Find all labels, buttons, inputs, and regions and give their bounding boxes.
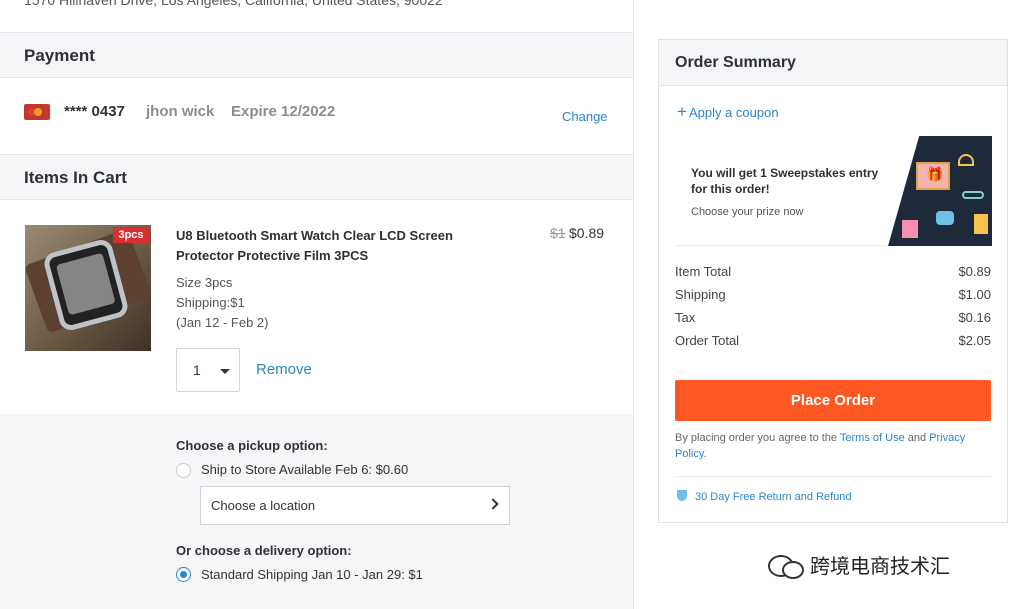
sweepstakes-illustration	[888, 136, 992, 246]
plus-icon: +	[677, 102, 687, 121]
item-total-label: Item Total	[675, 264, 732, 279]
card-number: **** 0437	[64, 103, 125, 120]
quantity-value: 1	[193, 362, 201, 378]
checkout-main-column: 1570 Hillhaven Drive, Los Angeles, Calif…	[0, 0, 634, 609]
terms-and: and	[904, 432, 930, 444]
watch-screen-graphic	[55, 252, 116, 316]
product-image[interactable]: 3pcs	[25, 225, 151, 351]
order-summary-panel: Order Summary + Apply a coupon You will g…	[658, 39, 1008, 523]
pickup-option-heading: Choose a pickup option:	[176, 438, 328, 453]
ship-to-store-radio[interactable]	[176, 463, 191, 478]
gamepad-icon	[936, 211, 954, 225]
mastercard-icon	[24, 104, 50, 120]
order-summary-header: Order Summary	[659, 40, 1007, 86]
wechat-icon	[768, 553, 804, 579]
card-expiry: Expire 12/2022	[231, 103, 336, 120]
shipping-address-text: 1570 Hillhaven Drive, Los Angeles, Calif…	[24, 0, 443, 8]
headphones-icon	[958, 154, 974, 166]
payment-heading: Payment	[24, 46, 95, 65]
choose-location-select[interactable]: Choose a location	[200, 486, 510, 525]
standard-shipping-radio[interactable]	[176, 567, 191, 582]
remove-item-link[interactable]: Remove	[256, 361, 312, 378]
apply-coupon-label: Apply a coupon	[688, 105, 779, 120]
card-holder-name: jhon wick	[146, 103, 215, 120]
order-summary-heading: Order Summary	[675, 54, 796, 71]
summary-divider	[675, 476, 991, 477]
product-image-badge: 3pcs	[113, 227, 149, 243]
terms-suffix: .	[703, 448, 707, 460]
ship-to-store-label[interactable]: Ship to Store Available Feb 6: $0.60	[201, 462, 408, 477]
phone-icon	[974, 214, 988, 234]
sale-price: $0.89	[569, 225, 605, 241]
quantity-select[interactable]: 1	[176, 348, 240, 392]
original-price: $1	[550, 225, 566, 241]
terms-notice: By placing order you agree to the Terms …	[675, 430, 993, 462]
sweepstakes-subtitle[interactable]: Choose your prize now	[691, 206, 804, 218]
product-title[interactable]: U8 Bluetooth Smart Watch Clear LCD Scree…	[176, 226, 496, 266]
product-delivery-dates: (Jan 12 - Feb 2)	[176, 315, 269, 330]
chevron-right-icon	[487, 498, 499, 510]
watermark-text: 跨境电商技术汇	[810, 554, 950, 578]
shipping-value: $1.00	[958, 287, 991, 302]
terms-prefix: By placing order you agree to the	[675, 432, 840, 444]
shipping-label: Shipping	[675, 287, 726, 302]
apply-coupon-link[interactable]: + Apply a coupon	[677, 102, 779, 122]
delivery-option-heading: Or choose a delivery option:	[176, 543, 352, 558]
tax-value: $0.16	[958, 310, 991, 325]
watermark: 跨境电商技术汇	[768, 550, 950, 579]
sunglasses-icon	[962, 191, 984, 199]
terms-of-use-link[interactable]: Terms of Use	[840, 432, 905, 444]
sweepstakes-banner[interactable]: You will get 1 Sweepstakes entry for thi…	[676, 136, 992, 246]
return-refund-link[interactable]: 30 Day Free Return and Refund	[677, 490, 852, 503]
shopping-bag-icon	[902, 220, 918, 238]
sweepstakes-title: You will get 1 Sweepstakes entry for thi…	[691, 166, 879, 196]
product-size: Size 3pcs	[176, 275, 233, 290]
shield-icon	[677, 490, 687, 501]
product-shipping: Shipping:$1	[176, 295, 245, 310]
cart-section-header: Items In Cart	[0, 154, 633, 200]
payment-section-header: Payment	[0, 32, 633, 78]
caret-down-icon	[220, 369, 230, 374]
item-total-value: $0.89	[958, 264, 991, 279]
order-total-value: $2.05	[958, 333, 991, 348]
choose-location-text: Choose a location	[211, 498, 316, 513]
tax-label: Tax	[675, 310, 696, 325]
change-payment-link[interactable]: Change	[562, 109, 608, 124]
order-total-label: Order Total	[675, 333, 740, 348]
return-refund-label: 30 Day Free Return and Refund	[695, 491, 852, 503]
gift-icon	[916, 162, 950, 190]
cart-heading: Items In Cart	[24, 168, 127, 187]
place-order-button[interactable]: Place Order	[675, 380, 991, 421]
standard-shipping-label[interactable]: Standard Shipping Jan 10 - Jan 29: $1	[201, 567, 423, 582]
